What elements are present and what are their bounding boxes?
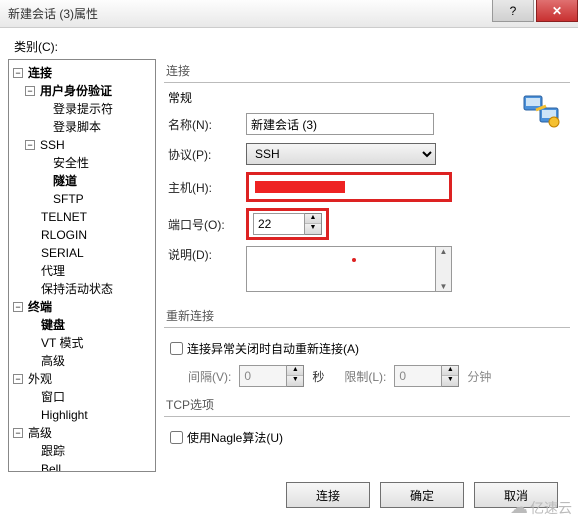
category-label: 类别(C):	[14, 38, 570, 55]
limit-spin-up: ▲	[442, 366, 458, 376]
host-label: 主机(H):	[168, 179, 246, 196]
port-label: 端口号(O):	[168, 216, 246, 233]
tree-serial[interactable]: SERIAL	[39, 246, 86, 260]
limit-input	[394, 365, 442, 387]
protocol-label: 协议(P):	[168, 146, 246, 163]
tree-tunnel[interactable]: 隧道	[51, 174, 79, 188]
tree-advanced-t[interactable]: 高级	[39, 354, 67, 368]
interval-label: 间隔(V):	[188, 368, 231, 385]
window-title: 新建会话 (3)属性	[8, 5, 98, 22]
general-label: 常规	[168, 89, 566, 106]
help-button[interactable]: ?	[492, 0, 534, 22]
watermark: ☁ 亿速云	[510, 497, 572, 518]
port-input-highlight: ▲ ▼	[246, 208, 329, 240]
tree-connection[interactable]: 连接	[26, 66, 54, 80]
tree-toggle[interactable]: −	[13, 428, 23, 438]
close-button[interactable]: ✕	[536, 0, 578, 22]
nagle-checkbox[interactable]	[170, 431, 183, 444]
name-input[interactable]	[246, 113, 434, 135]
section-connection: 连接	[164, 59, 570, 83]
auto-reconnect-label: 连接异常关闭时自动重新连接(A)	[187, 340, 359, 357]
cloud-icon: ☁	[510, 497, 528, 518]
ok-button[interactable]: 确定	[380, 482, 464, 508]
interval-spin-up: ▲	[287, 366, 303, 376]
port-spin-up[interactable]: ▲	[305, 214, 321, 224]
host-input-highlight	[246, 172, 452, 202]
tree-toggle[interactable]: −	[25, 86, 35, 96]
textarea-scrollbar[interactable]: ▲▼	[436, 246, 452, 292]
category-tree[interactable]: −连接 −用户身份验证 登录提示符 登录脚本 −SSH 安全性	[8, 59, 156, 472]
titlebar-controls: ? ✕	[492, 0, 578, 22]
section-reconnect: 重新连接	[164, 304, 570, 328]
interval-input	[239, 365, 287, 387]
tree-rlogin[interactable]: RLOGIN	[39, 228, 89, 242]
connect-button[interactable]: 连接	[286, 482, 370, 508]
tree-keepalive[interactable]: 保持活动状态	[39, 282, 115, 296]
tree-keyboard[interactable]: 键盘	[39, 318, 67, 332]
port-input[interactable]	[253, 213, 305, 235]
tree-telnet[interactable]: TELNET	[39, 210, 89, 224]
tree-highlight[interactable]: Highlight	[39, 408, 90, 422]
protocol-select[interactable]: SSH	[246, 143, 436, 165]
titlebar: 新建会话 (3)属性 ? ✕	[0, 0, 578, 28]
tree-ssh[interactable]: SSH	[38, 138, 67, 152]
port-spin-down[interactable]: ▼	[305, 224, 321, 234]
connection-icon	[522, 92, 562, 128]
interval-spin-down: ▼	[287, 376, 303, 386]
tree-userauth[interactable]: 用户身份验证	[38, 84, 114, 98]
tree-trace[interactable]: 跟踪	[39, 444, 67, 458]
tree-toggle[interactable]: −	[13, 302, 23, 312]
tree-sftp[interactable]: SFTP	[51, 192, 86, 206]
tree-window[interactable]: 窗口	[39, 390, 67, 404]
tree-proxy[interactable]: 代理	[39, 264, 67, 278]
nagle-label: 使用Nagle算法(U)	[187, 429, 283, 446]
name-label: 名称(N):	[168, 116, 246, 133]
description-textarea[interactable]	[246, 246, 436, 292]
auto-reconnect-checkbox[interactable]	[170, 342, 183, 355]
tree-security[interactable]: 安全性	[51, 156, 91, 170]
tree-advanced[interactable]: 高级	[26, 426, 54, 440]
tree-terminal[interactable]: 终端	[26, 300, 54, 314]
limit-spin-down: ▼	[442, 376, 458, 386]
interval-unit: 秒	[312, 368, 324, 385]
tree-bell[interactable]: Bell	[39, 462, 63, 472]
tree-loginprompt[interactable]: 登录提示符	[51, 102, 115, 116]
desc-label: 说明(D):	[168, 246, 246, 263]
section-tcp: TCP选项	[164, 393, 570, 417]
tree-toggle[interactable]: −	[13, 374, 23, 384]
limit-label: 限制(L):	[344, 368, 386, 385]
annotation-dot	[352, 258, 356, 262]
tree-toggle[interactable]: −	[13, 68, 23, 78]
tree-loginscript[interactable]: 登录脚本	[51, 120, 103, 134]
tree-vtmode[interactable]: VT 模式	[39, 336, 85, 350]
host-input[interactable]	[255, 181, 345, 193]
limit-unit: 分钟	[467, 368, 491, 385]
tree-appearance[interactable]: 外观	[26, 372, 54, 386]
tree-toggle[interactable]: −	[25, 140, 35, 150]
